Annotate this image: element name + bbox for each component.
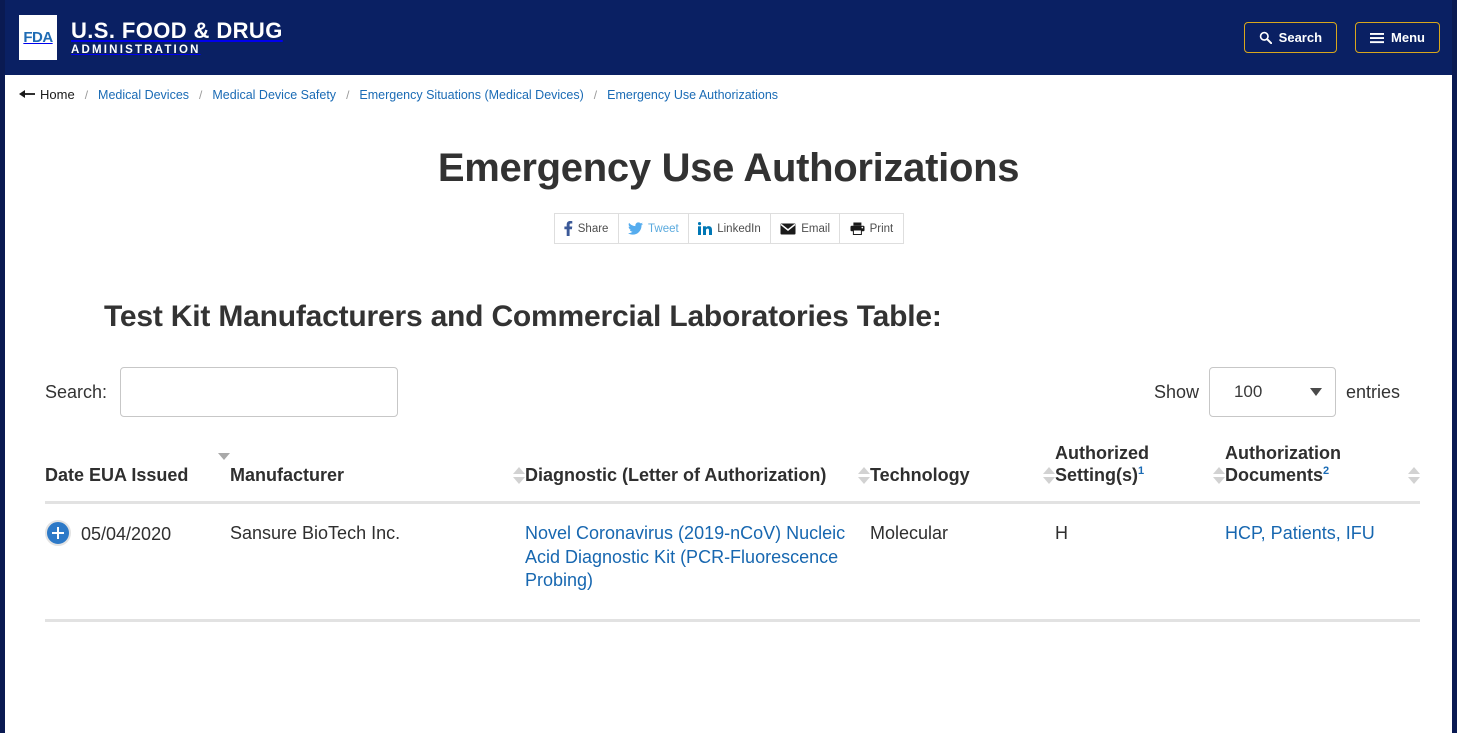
sort-both-icon bbox=[1408, 466, 1420, 487]
table-row: 05/04/2020 Sansure BioTech Inc. Novel Co… bbox=[45, 502, 1420, 623]
share-facebook-button[interactable]: Share bbox=[555, 214, 619, 243]
fda-logo-mark: FDA bbox=[19, 15, 57, 60]
fda-logo-text: FDA bbox=[23, 29, 53, 46]
column-header-authorization-documents[interactable]: Authorization Documents2 bbox=[1225, 443, 1420, 504]
expand-row-icon[interactable] bbox=[45, 519, 71, 546]
sort-both-icon bbox=[1043, 466, 1055, 487]
site-masthead: FDA U.S. FOOD & DRUG ADMINISTRATION Sear… bbox=[5, 0, 1452, 75]
column-header-technology[interactable]: Technology bbox=[870, 443, 1055, 504]
table-header-row: Date EUA Issued Manufacturer Diagnostic … bbox=[45, 443, 1420, 504]
column-header-diagnostic[interactable]: Diagnostic (Letter of Authorization) bbox=[525, 443, 870, 504]
footnote-marker-2: 2 bbox=[1323, 464, 1330, 477]
eua-table: Date EUA Issued Manufacturer Diagnostic … bbox=[45, 443, 1420, 623]
column-header-label-wrap: Authorization Documents2 bbox=[1225, 443, 1402, 487]
show-label: Show bbox=[1153, 381, 1199, 402]
column-header-label: Date EUA Issued bbox=[45, 464, 189, 485]
table-search-label: Search: bbox=[45, 381, 108, 402]
breadcrumb: Home / Medical Devices / Medical Device … bbox=[5, 75, 1452, 114]
chevron-down-icon bbox=[1309, 388, 1322, 396]
breadcrumb-separator: / bbox=[346, 87, 350, 102]
entries-label: entries bbox=[1345, 381, 1400, 402]
back-arrow-icon bbox=[19, 87, 36, 102]
column-header-label-wrap: Authorized Setting(s)1 bbox=[1055, 443, 1207, 487]
page-length-select[interactable]: 100 bbox=[1208, 367, 1336, 417]
table-controls: Search: Show 100 entries bbox=[45, 367, 1400, 417]
table-length-group: Show 100 entries bbox=[1154, 367, 1400, 417]
breadcrumb-item-emergency-use-authorizations[interactable]: Emergency Use Authorizations bbox=[607, 88, 778, 102]
cell-authorized-setting: H bbox=[1055, 502, 1225, 623]
sort-both-icon bbox=[513, 466, 525, 487]
share-email-button[interactable]: Email bbox=[771, 214, 841, 243]
share-print-label: Print bbox=[869, 222, 894, 235]
cell-diagnostic: Novel Coronavirus (2019-nCoV) Nucleic Ac… bbox=[525, 502, 870, 623]
page-length-value: 100 bbox=[1233, 382, 1263, 401]
brand-line-primary: U.S. FOOD & DRUG bbox=[71, 17, 283, 43]
share-linkedin-button[interactable]: LinkedIn bbox=[689, 214, 771, 243]
sort-both-icon bbox=[1213, 466, 1225, 487]
share-twitter-label: Tweet bbox=[648, 222, 679, 235]
column-header-label: Diagnostic (Letter of Authorization) bbox=[525, 464, 827, 485]
cell-authorization-documents: HCP, Patients, IFU bbox=[1225, 502, 1420, 623]
twitter-icon bbox=[628, 222, 643, 235]
breadcrumb-home-label: Home bbox=[40, 87, 75, 102]
share-email-label: Email bbox=[801, 222, 831, 235]
breadcrumb-separator: / bbox=[199, 87, 203, 102]
cell-manufacturer: Sansure BioTech Inc. bbox=[230, 502, 525, 623]
print-icon bbox=[850, 222, 865, 235]
cell-date-value: 05/04/2020 bbox=[81, 523, 172, 544]
column-header-date-eua-issued[interactable]: Date EUA Issued bbox=[45, 443, 230, 504]
masthead-actions: Search Menu bbox=[1243, 22, 1440, 53]
linkedin-icon bbox=[698, 222, 713, 235]
hamburger-icon bbox=[1370, 32, 1385, 44]
share-linkedin-label: LinkedIn bbox=[717, 222, 761, 235]
fda-page: FDA U.S. FOOD & DRUG ADMINISTRATION Sear… bbox=[0, 0, 1457, 733]
footnote-marker-1: 1 bbox=[1138, 464, 1145, 477]
breadcrumb-separator: / bbox=[84, 87, 89, 102]
brand-line-secondary: ADMINISTRATION bbox=[71, 44, 201, 57]
sort-both-icon bbox=[858, 466, 870, 487]
share-print-button[interactable]: Print bbox=[840, 214, 902, 243]
page-title-wrap: Emergency Use Authorizations bbox=[5, 146, 1452, 191]
diagnostic-letter-of-authorization-link[interactable]: Novel Coronavirus (2019-nCoV) Nucleic Ac… bbox=[525, 523, 845, 591]
search-button[interactable]: Search bbox=[1243, 22, 1338, 53]
email-icon bbox=[780, 223, 796, 235]
table-search-input[interactable] bbox=[120, 367, 399, 417]
column-header-authorized-settings[interactable]: Authorized Setting(s)1 bbox=[1055, 443, 1225, 504]
share-facebook-label: Share bbox=[577, 222, 609, 235]
cell-date-eua-issued: 05/04/2020 bbox=[45, 502, 230, 623]
share-bar: Share Tweet LinkedIn Email Print bbox=[553, 213, 904, 244]
menu-button[interactable]: Menu bbox=[1355, 22, 1440, 53]
search-icon bbox=[1259, 31, 1272, 44]
breadcrumb-item-emergency-situations[interactable]: Emergency Situations (Medical Devices) bbox=[359, 88, 583, 102]
table-search-group: Search: bbox=[45, 367, 399, 417]
page-title: Emergency Use Authorizations bbox=[437, 146, 1020, 190]
authorization-documents-link[interactable]: HCP, Patients, IFU bbox=[1225, 523, 1375, 543]
brand-text: U.S. FOOD & DRUG ADMINISTRATION bbox=[71, 19, 283, 56]
fda-logo-link[interactable]: FDA U.S. FOOD & DRUG ADMINISTRATION bbox=[19, 15, 283, 60]
column-header-label: Manufacturer bbox=[230, 464, 345, 485]
cell-technology: Molecular bbox=[870, 502, 1055, 623]
breadcrumb-home[interactable]: Home bbox=[19, 87, 75, 102]
share-twitter-button[interactable]: Tweet bbox=[619, 214, 689, 243]
section-title: Test Kit Manufacturers and Commercial La… bbox=[104, 300, 942, 333]
facebook-icon bbox=[564, 221, 573, 236]
column-header-manufacturer[interactable]: Manufacturer bbox=[230, 443, 525, 504]
table-body: 05/04/2020 Sansure BioTech Inc. Novel Co… bbox=[45, 502, 1420, 623]
search-button-label: Search bbox=[1278, 30, 1323, 45]
column-header-label: Technology bbox=[870, 464, 970, 485]
column-header-label: Authorized Setting(s) bbox=[1055, 443, 1149, 485]
breadcrumb-separator: / bbox=[593, 87, 598, 102]
menu-button-label: Menu bbox=[1391, 30, 1425, 45]
table-head: Date EUA Issued Manufacturer Diagnostic … bbox=[45, 443, 1420, 504]
breadcrumb-item-medical-device-safety[interactable]: Medical Device Safety bbox=[212, 88, 336, 102]
sort-desc-icon bbox=[218, 452, 230, 487]
breadcrumb-item-medical-devices[interactable]: Medical Devices bbox=[98, 88, 189, 102]
